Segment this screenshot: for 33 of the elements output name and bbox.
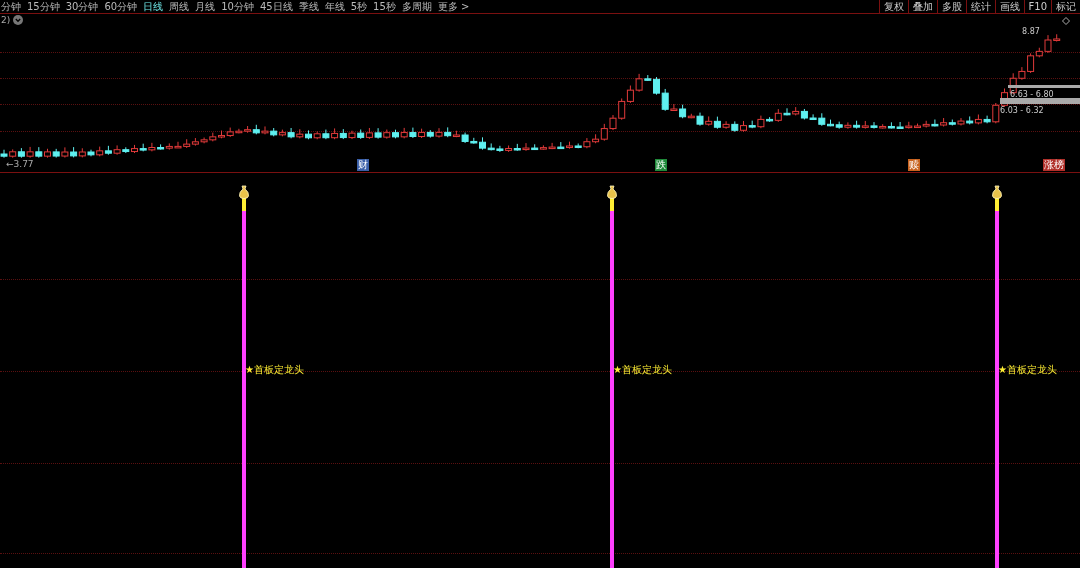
- period-tab[interactable]: 30分钟: [65, 0, 99, 13]
- high-price-label: 8.87: [1022, 27, 1040, 36]
- signal-label: ★首板定龙头: [613, 363, 672, 377]
- period-tab[interactable]: 15秒: [373, 0, 396, 13]
- chevron-icon[interactable]: [13, 15, 24, 25]
- money-bag-icon: [991, 185, 1003, 199]
- period-tab[interactable]: 年线: [324, 0, 345, 13]
- range-bar: [1008, 85, 1080, 88]
- period-tab[interactable]: 多周期: [401, 0, 432, 13]
- event-tag[interactable]: 跌: [655, 159, 667, 171]
- price-range-label: 6.03 - 6.32: [1000, 106, 1044, 115]
- price-range-label: 6.63 - 6.80: [1010, 90, 1054, 99]
- signal-label: ★首板定龙头: [998, 363, 1057, 377]
- money-bag-icon: [606, 185, 618, 199]
- period-tab[interactable]: 季线: [298, 0, 319, 13]
- period-tab[interactable]: 分钟: [1, 0, 21, 13]
- period-tab[interactable]: 45日线: [259, 0, 293, 13]
- period-tab[interactable]: 周线: [169, 0, 190, 13]
- signal-label: ★首板定龙头: [245, 363, 304, 377]
- money-bag-icon: [238, 185, 250, 199]
- event-tag[interactable]: 赎: [908, 159, 920, 171]
- period-tab[interactable]: 月线: [195, 0, 216, 13]
- diamond-icon[interactable]: [1062, 17, 1070, 25]
- period-tab[interactable]: 5秒: [350, 0, 368, 13]
- period-tab[interactable]: 10分钟: [221, 0, 254, 13]
- event-tag[interactable]: 财: [357, 159, 369, 171]
- period-tab[interactable]: 15分钟: [27, 0, 60, 13]
- event-tag[interactable]: 涨榜: [1043, 159, 1065, 171]
- period-tab[interactable]: 60分钟: [104, 0, 138, 13]
- low-price-label: ←3.77: [6, 159, 34, 169]
- indicator-label: 2): [1, 15, 11, 25]
- period-tab[interactable]: 更多 >: [437, 0, 470, 13]
- period-tab[interactable]: 日线: [143, 0, 164, 13]
